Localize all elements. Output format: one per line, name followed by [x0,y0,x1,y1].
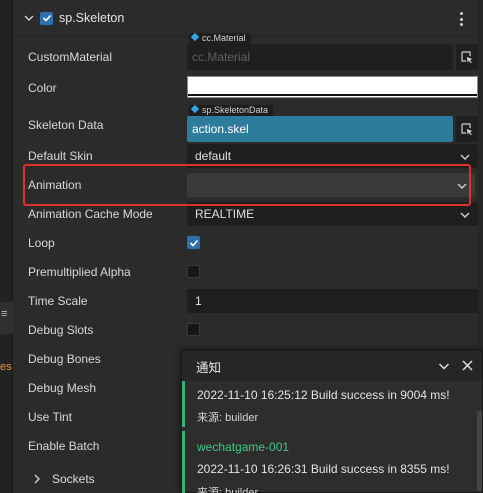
property-label: Default Skin [28,149,93,163]
left-panel-text-fragment: es [0,361,12,373]
notification-message-source: 来源: builder [197,412,259,424]
notification-panel: 通知 2022-11-10 16:25:12 Build success in … [181,350,483,493]
debug-slots-checkbox[interactable] [187,323,200,336]
notification-title: 通知 [196,360,222,375]
sockets-section-toggle[interactable]: Sockets [32,472,95,486]
asset-picker-button[interactable] [456,116,478,142]
time-scale-input[interactable]: 1 [187,289,478,313]
property-row-time-scale: Time Scale 1 [14,287,478,315]
notification-message: 2022-11-10 16:25:12 Build success in 900… [182,381,480,427]
kebab-icon[interactable] [460,12,464,26]
skeleton-data-value: action.skel [192,122,249,136]
skeleton-data-asset-field[interactable]: sp.SkeletonData action.skel [187,104,478,142]
color-swatch[interactable] [187,76,478,98]
menu-icon[interactable]: ≡ [1,309,7,320]
custom-material-input[interactable]: cc.Material [187,44,453,70]
asset-type-tag: sp.SkeletonData [189,104,274,116]
property-label: Time Scale [28,294,88,308]
chevron-down-icon [460,154,470,160]
property-label: Animation Cache Mode [28,207,153,221]
notification-message-source: 来源: builder [197,487,259,493]
asset-diamond-icon [190,104,200,114]
property-label: Debug Slots [28,323,94,337]
property-label: Debug Mesh [28,381,97,395]
left-panel-edge: ≡ es [0,0,13,493]
notification-message-text: 2022-11-10 16:25:12 Build success in 900… [197,388,450,402]
notification-message-text: 2022-11-10 16:26:31 Build success in 835… [197,462,450,476]
property-label: Debug Bones [28,352,101,366]
annotation-highlight-box [23,164,471,206]
custom-material-asset-field[interactable]: cc.Material cc.Material [187,32,478,70]
checkmark-icon [189,239,198,247]
loop-checkbox[interactable] [187,236,200,249]
chevron-right-icon [34,474,40,484]
chevron-down-icon[interactable] [438,360,450,372]
property-label: Color [28,81,57,95]
property-row-skeleton-data: Skeleton Data sp.SkeletonData action.ske… [14,104,478,142]
asset-diamond-icon [190,32,200,42]
locate-asset-icon [461,51,473,64]
sockets-label: Sockets [52,472,95,486]
time-scale-value: 1 [195,294,202,308]
property-label: Premultiplied Alpha [28,265,131,279]
property-label: Skeleton Data [28,118,104,132]
property-label: CustomMaterial [28,50,113,64]
premultiplied-alpha-checkbox[interactable] [187,265,200,278]
property-label: Loop [28,236,55,250]
component-title: sp.Skeleton [59,11,125,25]
animation-cache-mode-value: REALTIME [195,207,255,221]
component-enabled-checkbox[interactable] [40,11,53,25]
component-header[interactable]: sp.Skeleton [14,0,478,37]
notification-message-name: wechatgame-001 [197,440,290,454]
chevron-down-icon[interactable] [22,11,36,25]
notification-message: wechatgame-001 2022-11-10 16:26:31 Build… [182,431,480,493]
notification-header: 通知 [182,351,482,381]
property-label: Enable Batch [28,439,100,453]
asset-type-tag: cc.Material [189,32,251,44]
notification-scrollbar[interactable] [477,411,482,491]
skeleton-data-input[interactable]: action.skel [187,116,453,142]
close-icon[interactable] [461,359,474,372]
property-row-premultiplied-alpha: Premultiplied Alpha [14,258,478,286]
chevron-down-icon [460,212,470,218]
property-row-loop: Loop [14,229,478,257]
locate-asset-icon [461,123,473,136]
property-row-custom-material: CustomMaterial cc.Material cc.Material [14,32,478,71]
custom-material-placeholder: cc.Material [192,50,251,64]
property-row-debug-slots: Debug Slots [14,316,478,344]
property-label: Use Tint [28,410,73,424]
asset-picker-button[interactable] [456,44,478,70]
default-skin-value: default [195,149,232,163]
